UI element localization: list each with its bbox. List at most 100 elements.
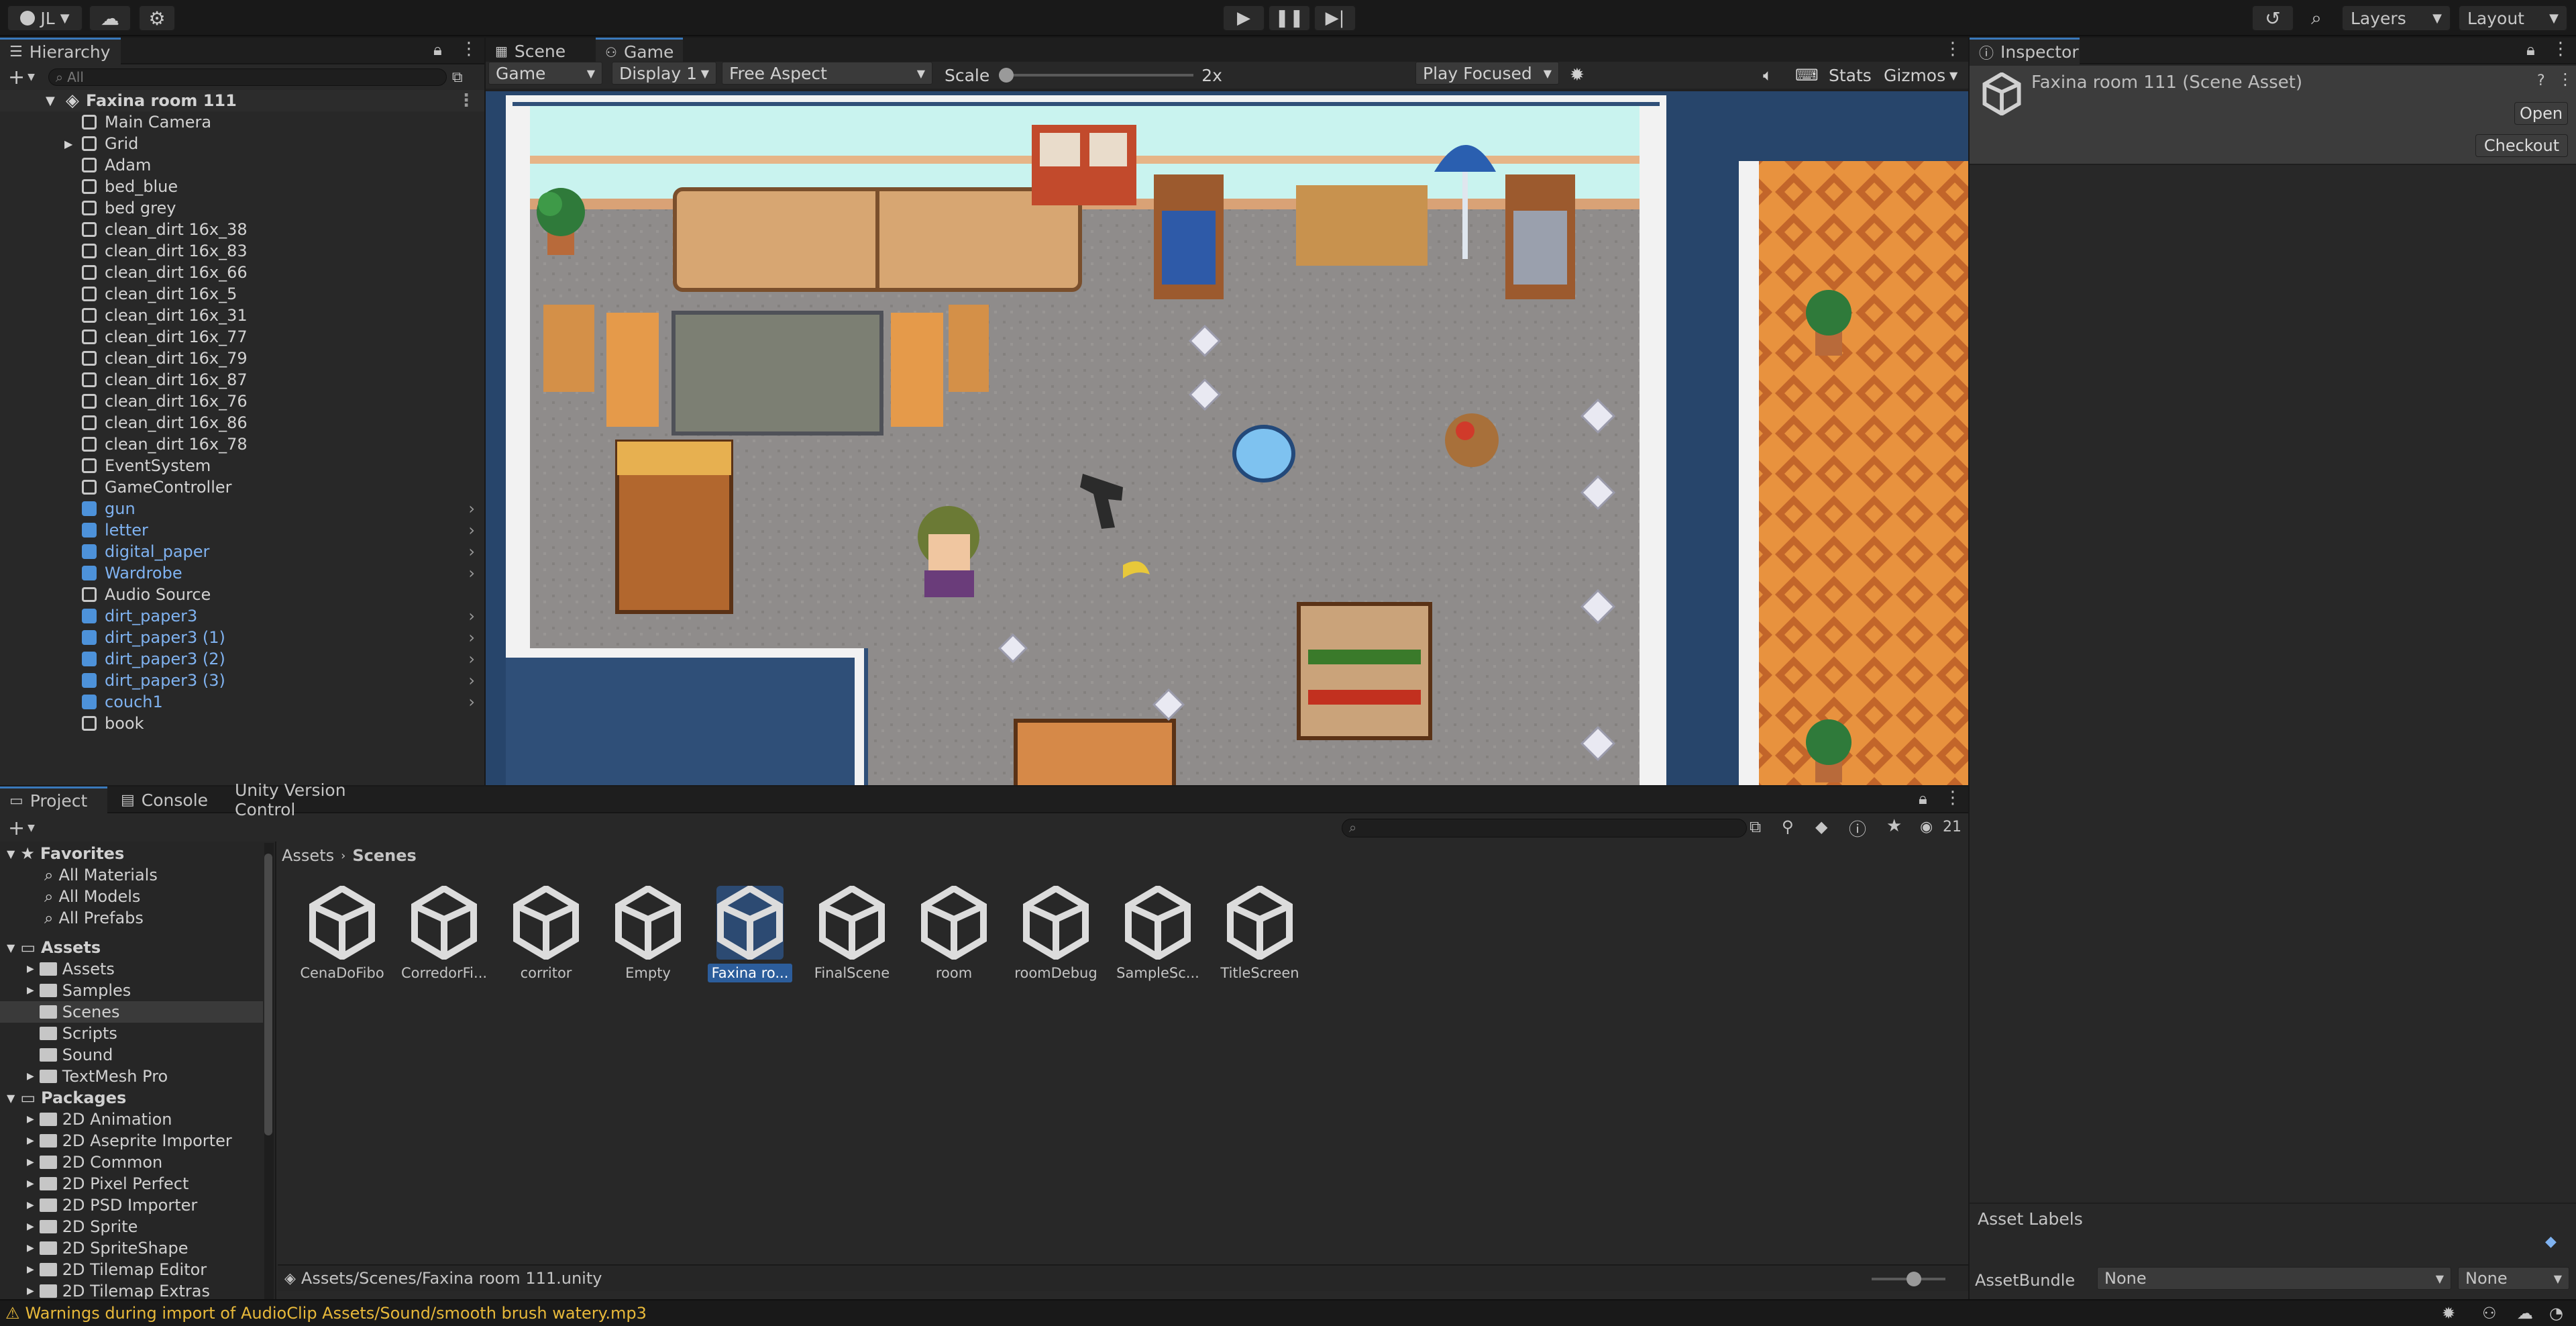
kebab-menu-icon[interactable]: ⋮ [2557, 70, 2573, 89]
account-dropdown[interactable]: JL ▼ [7, 5, 83, 32]
help-icon[interactable]: ? [2537, 72, 2545, 89]
layout-dropdown[interactable]: Layout ▼ [2458, 5, 2568, 32]
tree-scrollbar-thumb[interactable] [264, 854, 272, 1135]
scene-root-row[interactable]: ▼ ◈ Faxina room 111 ⋮ [0, 90, 484, 111]
hierarchy-item[interactable]: digital_paper › [0, 541, 484, 562]
hierarchy-item[interactable]: clean_dirt 16x_83 [0, 240, 484, 262]
chevron-right-icon[interactable]: ▶ [27, 1221, 34, 1232]
hierarchy-item[interactable]: bed_blue [0, 176, 484, 197]
play-focus-dropdown[interactable]: Play Focused ▼ [1415, 62, 1559, 85]
add-icon[interactable]: + [8, 66, 25, 89]
collab-settings-button[interactable]: ⚙ [138, 5, 176, 32]
icon-size-slider[interactable] [1872, 1272, 1945, 1286]
scale-slider-thumb[interactable] [999, 68, 1014, 83]
hierarchy-item[interactable]: dirt_paper3 (2) › [0, 648, 484, 670]
assetbundle-variant-dropdown[interactable]: None ▼ [2458, 1267, 2569, 1290]
scene-asset-tile[interactable]: roomDebug [1009, 884, 1103, 981]
hierarchy-item[interactable]: Audio Source [0, 584, 484, 605]
scene-asset-tile[interactable]: SampleSc... [1111, 884, 1205, 981]
chevron-right-icon[interactable]: › [468, 564, 475, 582]
chevron-right-icon[interactable]: › [468, 628, 475, 647]
package-item[interactable]: ▶ 2D Common [0, 1152, 263, 1173]
hierarchy-item[interactable]: dirt_paper3 (1) › [0, 627, 484, 648]
folder-item[interactable]: ▶ Assets [0, 958, 263, 980]
hierarchy-item[interactable]: bed grey [0, 197, 484, 219]
chevron-right-icon[interactable]: ▶ [27, 1135, 34, 1146]
chevron-right-icon[interactable]: ▶ [27, 985, 34, 996]
hierarchy-item[interactable]: Wardrobe › [0, 562, 484, 584]
chevron-right-icon[interactable]: › [468, 693, 475, 711]
kebab-menu-icon[interactable]: ⋮ [1944, 39, 1962, 59]
kebab-menu-icon[interactable]: ⋮ [460, 39, 478, 59]
breadcrumb-assets[interactable]: Assets [282, 846, 334, 865]
hierarchy-search-input[interactable]: ⌕ All [48, 68, 447, 86]
star-icon[interactable]: ★ [1886, 816, 1902, 836]
chevron-right-icon[interactable]: ▶ [27, 964, 34, 974]
hierarchy-item[interactable]: Adam [0, 154, 484, 176]
assetbundle-dropdown[interactable]: None ▼ [2097, 1267, 2451, 1290]
chevron-down-icon[interactable]: ▼ [28, 72, 35, 83]
hierarchy-item[interactable]: dirt_paper3 (3) › [0, 670, 484, 691]
scene-asset-tile[interactable]: corritor [499, 884, 593, 981]
hierarchy-item[interactable]: clean_dirt 16x_31 [0, 305, 484, 326]
hierarchy-item[interactable]: EventSystem [0, 455, 484, 476]
kebab-menu-icon[interactable]: ⋮ [1944, 788, 1962, 808]
chevron-right-icon[interactable]: › [468, 607, 475, 625]
chevron-right-icon[interactable]: ▶ [27, 1243, 34, 1254]
tab-scene[interactable]: ▦ Scene [486, 38, 596, 64]
package-item[interactable]: ▶ 2D PSD Importer [0, 1194, 263, 1216]
favorite-item[interactable]: ⌕ All Models [0, 886, 263, 907]
hierarchy-item[interactable]: letter › [0, 519, 484, 541]
add-icon[interactable]: + [8, 817, 25, 840]
search-filter-icon[interactable]: ⧉ [452, 69, 463, 86]
packages-header[interactable]: ▼ ▭ Packages [0, 1087, 126, 1109]
package-item[interactable]: ▶ 2D Animation [0, 1109, 263, 1130]
scale-slider[interactable] [999, 68, 1194, 83]
eye-icon[interactable]: ◉ [1920, 819, 1933, 835]
scene-asset-tile[interactable]: Empty [601, 884, 695, 981]
lock-icon[interactable]: 🔒︎ [1919, 789, 1927, 808]
bug-icon[interactable]: ✹ [1570, 62, 1585, 89]
favorites-header[interactable]: ▼ ★ Favorites [0, 843, 124, 864]
folder-item[interactable]: ▶ Samples [0, 980, 263, 1001]
hierarchy-item[interactable]: clean_dirt 16x_5 [0, 283, 484, 305]
chevron-right-icon[interactable]: › [468, 671, 475, 690]
favorite-item[interactable]: ⌕ All Prefabs [0, 907, 263, 929]
folder-item[interactable]: ▶Sound [0, 1044, 263, 1066]
hierarchy-item[interactable]: clean_dirt 16x_76 [0, 391, 484, 412]
stats-button[interactable]: Stats [1829, 62, 1872, 89]
cloud-off-icon[interactable]: ☁ [2517, 1304, 2533, 1323]
warning-filter-icon[interactable]: ⓘ [1849, 816, 1866, 841]
hierarchy-item[interactable]: GameController [0, 476, 484, 498]
package-item[interactable]: ▶ 2D Aseprite Importer [0, 1130, 263, 1152]
breadcrumb-scenes[interactable]: Scenes [352, 846, 416, 865]
chevron-right-icon[interactable]: ▶ [27, 1071, 34, 1082]
pause-button[interactable]: ❚❚ [1268, 5, 1311, 32]
chevron-right-icon[interactable]: › [468, 542, 475, 561]
hierarchy-item[interactable]: clean_dirt 16x_77 [0, 326, 484, 348]
folder-item[interactable]: ▶Scenes [0, 1001, 263, 1023]
tab-version-control[interactable]: Unity Version Control [225, 780, 413, 819]
favorite-item[interactable]: ⌕ All Materials [0, 864, 263, 886]
project-search-input[interactable]: ⌕ [1342, 819, 1747, 837]
search-button[interactable]: ⌕ [2297, 5, 2336, 32]
package-item[interactable]: ▶ 2D Tilemap Editor [0, 1259, 263, 1280]
chevron-down-icon[interactable]: ▼ [7, 848, 15, 860]
aspect-dropdown[interactable]: Free Aspect ▼ [722, 62, 932, 85]
folder-item[interactable]: ▶ TextMesh Pro [0, 1066, 263, 1087]
bug-icon[interactable]: ✹ [2442, 1304, 2455, 1323]
play-button[interactable]: ▶ [1222, 5, 1265, 32]
label-icon[interactable]: ◆ [1815, 817, 1827, 836]
tab-inspector[interactable]: ⓘ Inspector [1970, 38, 2080, 64]
chevron-down-icon[interactable]: ▼ [28, 823, 35, 833]
package-item[interactable]: ▶ 2D SpriteShape [0, 1237, 263, 1259]
icon-size-slider-thumb[interactable] [1907, 1272, 1921, 1286]
chevron-right-icon[interactable]: ▶ [27, 1178, 34, 1189]
gizmos-button[interactable]: Gizmos [1884, 62, 1945, 89]
hierarchy-item[interactable]: couch1 › [0, 691, 484, 713]
lock-icon[interactable]: 🔒︎ [2526, 40, 2535, 59]
filter-icon[interactable]: ⚲ [1782, 817, 1794, 836]
network-icon[interactable]: ⚇ [2482, 1304, 2497, 1323]
chevron-right-icon[interactable]: ▶ [27, 1114, 34, 1125]
chevron-down-icon[interactable]: ▼ [1949, 62, 1957, 89]
